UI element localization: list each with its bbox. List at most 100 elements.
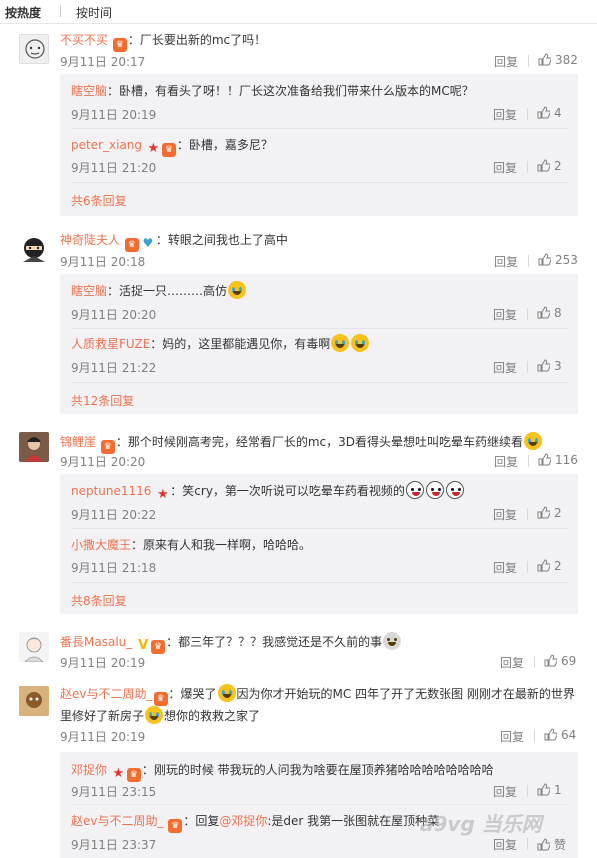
more-replies-link[interactable]: 共12条回复 (71, 392, 134, 409)
reply-divider (71, 182, 567, 183)
reply-button[interactable]: 回复 (493, 359, 517, 376)
like-button[interactable]: 2 (537, 506, 562, 520)
thumbs-up-icon (538, 453, 551, 466)
reply-text: 笑cry，第一次听说可以吃晕车药看视频的 (182, 484, 405, 498)
comment-time: 9月11日 20:19 (60, 656, 146, 670)
comment-username[interactable]: 不买不买 (60, 33, 108, 47)
reply-button[interactable]: 回复 (494, 453, 518, 470)
thumbs-up-icon (537, 306, 550, 319)
vip-badge-icon: ♛ (151, 640, 166, 654)
comment-time: 9月11日 20:19 (60, 730, 146, 744)
like-label: 赞 (554, 838, 567, 852)
star-badge-icon: ★ (147, 141, 160, 156)
reply-button[interactable]: 回复 (493, 306, 517, 323)
comment-time: 9月11日 20:18 (60, 255, 146, 269)
avatar[interactable] (19, 234, 49, 264)
like-button[interactable]: 3 (537, 359, 562, 373)
comment-username[interactable]: 赵ev与不二周助_ (60, 687, 153, 701)
like-button[interactable]: 382 (538, 53, 578, 67)
comment-text: 爆哭了 (180, 687, 217, 701)
sort-by-time[interactable]: 按时间 (76, 4, 112, 21)
reply-button[interactable]: 回复 (493, 106, 517, 123)
thumbs-up-icon (538, 53, 551, 66)
separator: ： (131, 538, 144, 552)
sort-by-hot[interactable]: 按热度 (5, 4, 41, 21)
like-count: 382 (555, 53, 578, 67)
reply-username[interactable]: neptune1116 (71, 484, 151, 498)
avatar[interactable] (19, 632, 49, 662)
reply-text-line: 瞎空脑：卧槽，有看头了呀！！厂长这次准备给我们带来什么版本的MC呢？ (71, 82, 474, 99)
action-divider (528, 255, 529, 267)
action-divider (527, 508, 528, 520)
avatar-anime-icon (19, 632, 49, 662)
like-count: 2 (554, 506, 562, 520)
reply-button[interactable]: 回复 (500, 728, 524, 745)
reply-button[interactable]: 回复 (494, 53, 518, 70)
separator: ： (115, 435, 128, 449)
mention-link[interactable]: @邓捉你 (219, 814, 267, 828)
like-button[interactable]: 4 (537, 106, 562, 120)
like-button[interactable]: 1 (537, 783, 562, 797)
crying-emoji-icon (145, 706, 164, 724)
mask-emoji-icon (405, 481, 424, 499)
action-divider (527, 308, 528, 320)
reply-button[interactable]: 回复 (493, 559, 517, 576)
like-button[interactable]: 2 (537, 559, 562, 573)
separator: ： (168, 687, 181, 701)
comment-text: 都三年了？？？我感觉还是不久前的事 (178, 635, 383, 649)
like-button[interactable]: 赞 (537, 836, 566, 853)
separator: ： (170, 484, 183, 498)
separator: ： (183, 814, 196, 828)
bear-emoji-icon (383, 632, 402, 650)
comment-text-line: 番長Masalu_ V ♛ ：都三年了？？？我感觉还是不久前的事 (60, 632, 402, 654)
comment-username[interactable]: 锦鲤崖 (60, 435, 96, 449)
reply-username[interactable]: 赵ev与不二周助_ (71, 814, 164, 828)
star-badge-icon: ★ (112, 766, 125, 781)
laugh-cry-emoji-icon (228, 281, 247, 299)
separator: ： (176, 138, 189, 152)
like-button[interactable]: 116 (538, 453, 578, 467)
mask-emoji-icon (445, 481, 464, 499)
reply-text: 原来有人和我一样啊，哈哈哈。 (143, 538, 312, 552)
reply-time: 9月11日 21:22 (71, 361, 157, 375)
like-button[interactable]: 253 (538, 253, 578, 267)
comment-username[interactable]: 番長Masalu_ (60, 635, 132, 649)
separator: ： (107, 84, 120, 98)
vip-badge-icon: ♛ (168, 819, 183, 833)
like-button[interactable]: 64 (544, 728, 576, 742)
like-button[interactable]: 8 (537, 306, 562, 320)
thumbs-up-icon (537, 838, 550, 851)
action-divider (528, 455, 529, 467)
reply-button[interactable]: 回复 (493, 506, 517, 523)
comment-time: 9月11日 20:20 (60, 455, 146, 469)
reply-username[interactable]: peter_xiang (71, 138, 142, 152)
reply-box: 瞎空脑：卧槽，有看头了呀！！厂长这次准备给我们带来什么版本的MC呢？ 9月11日… (60, 74, 578, 216)
avatar[interactable] (19, 34, 49, 64)
reply-button[interactable]: 回复 (493, 159, 517, 176)
action-divider (527, 785, 528, 797)
comment-text: 想你的救救之家了 (164, 709, 261, 723)
avatar-sketch-icon (25, 39, 45, 59)
avatar[interactable] (19, 432, 49, 462)
action-divider (527, 838, 528, 850)
comment-username[interactable]: 神奇陡夫人 (60, 233, 120, 247)
action-divider (527, 361, 528, 373)
reply-username[interactable]: 瞎空脑 (71, 284, 107, 298)
reply-username[interactable]: 人质救星FUZE (71, 337, 150, 351)
reply-button[interactable]: 回复 (493, 836, 517, 853)
reply-username[interactable]: 瞎空脑 (71, 84, 107, 98)
reply-button[interactable]: 回复 (493, 783, 517, 800)
reply-button[interactable]: 回复 (500, 654, 524, 671)
reply-username[interactable]: 小撒大魔王 (71, 538, 131, 552)
thumbs-up-icon (537, 159, 550, 172)
more-replies-link[interactable]: 共6条回复 (71, 192, 127, 209)
avatar[interactable] (19, 686, 49, 716)
like-button[interactable]: 69 (544, 654, 576, 668)
like-button[interactable]: 2 (537, 159, 562, 173)
comment: 不买不买 ♛ ：厂长要出新的mc了吗！ 9月11日 20:17 回复 382 瞎空… (0, 30, 597, 220)
reply-button[interactable]: 回复 (494, 253, 518, 270)
reply-text-line: 小撒大魔王：原来有人和我一样啊，哈哈哈。 (71, 536, 311, 553)
reply-username[interactable]: 邓捉你 (71, 763, 107, 777)
comment: 锦鲤崖 ♛ ：那个时候刚高考完，经常看厂长的mc，3D看得头晕想吐叫吃晕车药继续看… (0, 430, 597, 620)
more-replies-link[interactable]: 共8条回复 (71, 592, 127, 609)
